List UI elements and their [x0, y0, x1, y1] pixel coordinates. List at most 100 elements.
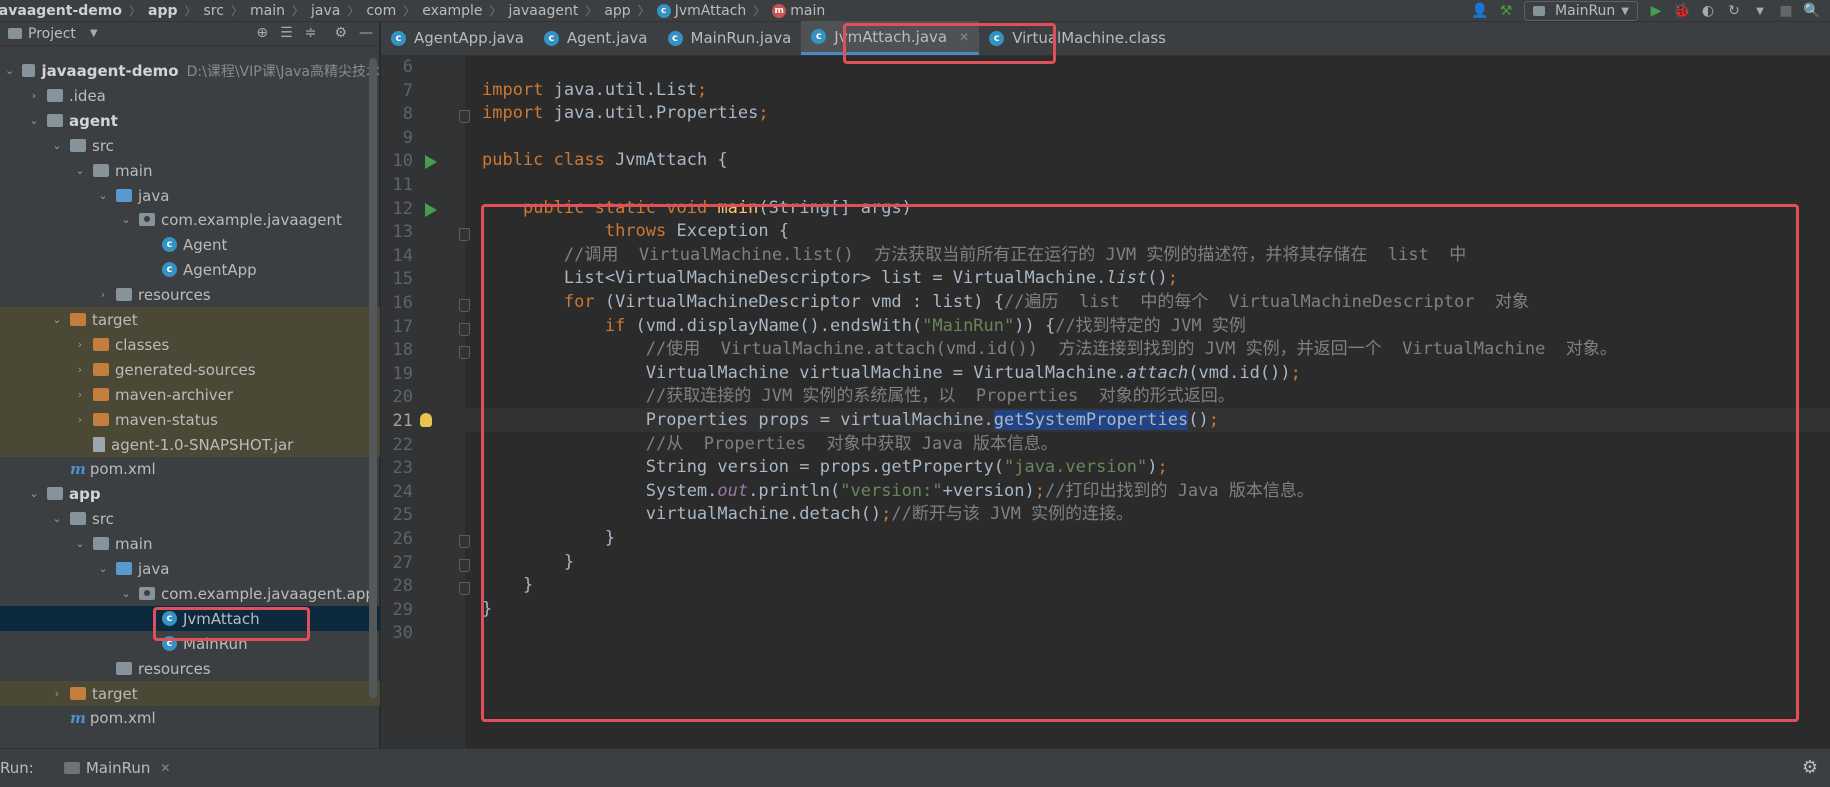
- tree-item[interactable]: c Agent: [0, 232, 380, 257]
- run-configuration-select[interactable]: MainRun ▼: [1524, 1, 1638, 21]
- tree-item[interactable]: c JvmAttach: [0, 606, 380, 631]
- tree-item[interactable]: › .idea: [0, 83, 380, 108]
- code-line[interactable]: if (vmd.displayName().endsWith("MainRun"…: [465, 314, 1830, 338]
- lightbulb-icon[interactable]: [420, 413, 432, 427]
- tree-item[interactable]: › generated-sources: [0, 357, 380, 382]
- code-line[interactable]: }: [465, 573, 1830, 597]
- chevron-down-icon[interactable]: ⌄: [50, 139, 64, 152]
- chevron-down-icon[interactable]: ⌄: [119, 213, 133, 226]
- run-tab[interactable]: MainRun ✕: [63, 759, 170, 777]
- coverage-icon[interactable]: ◐: [1700, 3, 1716, 19]
- chevron-right-icon[interactable]: ›: [73, 388, 87, 401]
- code-line[interactable]: String version = props.getProperty("java…: [465, 455, 1830, 479]
- code-line[interactable]: import java.util.List;: [465, 78, 1830, 102]
- chevron-down-icon[interactable]: ⌄: [96, 189, 110, 202]
- breadcrumb-item[interactable]: c JvmAttach: [656, 3, 746, 19]
- code-area[interactable]: import java.util.List; import java.util.P…: [420, 56, 1830, 748]
- tree-item[interactable]: resources: [0, 656, 380, 681]
- breadcrumb-item[interactable]: java: [311, 3, 340, 19]
- tree-item[interactable]: ⌄ target: [0, 307, 380, 332]
- code-line[interactable]: System.out.println("version:"+version);/…: [465, 479, 1830, 503]
- code-line[interactable]: [465, 172, 1830, 196]
- chevron-right-icon[interactable]: ›: [50, 687, 64, 700]
- tree-item[interactable]: ⌄ agent: [0, 108, 380, 133]
- code-line[interactable]: for (VirtualMachineDescriptor vmd : list…: [465, 290, 1830, 314]
- chevron-down-icon[interactable]: ⌄: [73, 164, 87, 177]
- chevron-down-icon[interactable]: ⌄: [50, 313, 64, 326]
- chevron-down-icon[interactable]: ▼: [90, 28, 98, 39]
- tree-item[interactable]: ⌄ com.example.javaagent: [0, 207, 380, 232]
- tree-item[interactable]: › classes: [0, 332, 380, 357]
- code-line[interactable]: //从 Properties 对象中获取 Java 版本信息。: [465, 432, 1830, 456]
- editor-tab[interactable]: c JvmAttach.java ✕: [801, 21, 980, 55]
- tree-item[interactable]: › maven-archiver: [0, 382, 380, 407]
- chevron-right-icon[interactable]: ›: [73, 413, 87, 426]
- run-gutter-icon[interactable]: [425, 155, 437, 169]
- build-hammer-icon[interactable]: ⚒: [1498, 3, 1514, 19]
- breadcrumb-item[interactable]: m main: [772, 3, 825, 19]
- code-line[interactable]: [465, 56, 1830, 78]
- run-icon[interactable]: ▶: [1648, 3, 1664, 19]
- chevron-down-icon[interactable]: ⌄: [96, 562, 110, 575]
- tree-item[interactable]: › target: [0, 681, 380, 706]
- tree-item[interactable]: ⌄ main: [0, 531, 380, 556]
- tree-item[interactable]: ⌄ app: [0, 481, 380, 506]
- tree-item[interactable]: c MainRun: [0, 631, 380, 656]
- breadcrumb-item[interactable]: javaagent: [509, 3, 579, 19]
- chevron-down-icon[interactable]: ⌄: [119, 587, 133, 600]
- tree-scrollbar[interactable]: [369, 58, 377, 698]
- hide-icon[interactable]: —: [359, 25, 373, 41]
- expand-all-icon[interactable]: ☰: [280, 25, 293, 41]
- breadcrumb-item[interactable]: app: [148, 3, 178, 19]
- tree-item[interactable]: ⌄ src: [0, 133, 380, 158]
- code-line[interactable]: import java.util.Properties;: [465, 101, 1830, 125]
- breadcrumb-item[interactable]: main: [250, 3, 285, 19]
- code-line[interactable]: public static void main(String[] args): [465, 196, 1830, 220]
- search-icon[interactable]: 🔍: [1803, 3, 1820, 19]
- run-gutter-icon[interactable]: [425, 203, 437, 217]
- tree-item[interactable]: ⌄ java: [0, 556, 380, 581]
- debug-icon[interactable]: 🐞: [1673, 3, 1690, 19]
- chevron-right-icon[interactable]: ›: [27, 89, 41, 102]
- code-line[interactable]: public class JvmAttach {: [465, 148, 1830, 172]
- code-line[interactable]: }: [465, 597, 1830, 621]
- tree-item[interactable]: › resources: [0, 282, 380, 307]
- close-icon[interactable]: ✕: [160, 761, 170, 775]
- chevron-right-icon[interactable]: ›: [73, 338, 87, 351]
- tree-item[interactable]: ⌄ src: [0, 506, 380, 531]
- code-line[interactable]: //使用 VirtualMachine.attach(vmd.id()) 方法连…: [465, 337, 1830, 361]
- code-line[interactable]: [465, 620, 1830, 644]
- editor-tab[interactable]: c VirtualMachine.class: [979, 21, 1176, 55]
- code-editor[interactable]: 6 7 8 9 10 11 12 13 14 15 16 17 18 19 20 21 22 23 24 25 26 27…: [381, 56, 1830, 748]
- code-line[interactable]: List<VirtualMachineDescriptor> list = Vi…: [465, 266, 1830, 290]
- close-icon[interactable]: ✕: [959, 30, 969, 44]
- chevron-down-icon[interactable]: ⌄: [73, 537, 87, 550]
- gear-icon[interactable]: ⚙: [334, 25, 347, 41]
- tree-item[interactable]: ⌄ main: [0, 158, 380, 183]
- editor-tab[interactable]: c MainRun.java: [658, 21, 802, 55]
- stop-icon[interactable]: ■: [1778, 3, 1794, 19]
- code-line[interactable]: Properties props = virtualMachine.getSys…: [465, 408, 1830, 432]
- collapse-all-icon[interactable]: ≑: [305, 25, 317, 41]
- tree-item[interactable]: m pom.xml: [0, 705, 380, 730]
- profile-icon[interactable]: ↻: [1726, 3, 1742, 19]
- locate-icon[interactable]: ⊕: [256, 25, 268, 41]
- code-line[interactable]: //调用 VirtualMachine.list() 方法获取当前所有正在运行的…: [465, 243, 1830, 267]
- breadcrumb-item[interactable]: javaagent-demo: [0, 3, 122, 19]
- tree-item[interactable]: m pom.xml: [0, 456, 380, 481]
- tree-item[interactable]: › maven-status: [0, 407, 380, 432]
- editor-tab[interactable]: c AgentApp.java: [381, 21, 534, 55]
- tree-item[interactable]: agent-1.0-SNAPSHOT.jar: [0, 432, 380, 457]
- code-line[interactable]: }: [465, 550, 1830, 574]
- tree-item[interactable]: ⌄ com.example.javaagent.app: [0, 581, 380, 606]
- chevron-down-icon[interactable]: ⌄: [27, 487, 41, 500]
- editor-tab[interactable]: c Agent.java: [534, 21, 658, 55]
- chevron-down-icon[interactable]: ⌄: [3, 64, 15, 77]
- breadcrumb-item[interactable]: src: [204, 3, 224, 19]
- tree-item[interactable]: ⌄ javaagent-demo D:\课程\VIP课\Java高精尖技术: [0, 58, 380, 83]
- tree-item[interactable]: ⌄ java: [0, 183, 380, 208]
- project-panel-title[interactable]: Project: [28, 26, 76, 42]
- code-line[interactable]: VirtualMachine virtualMachine = VirtualM…: [465, 361, 1830, 385]
- code-line[interactable]: virtualMachine.detach();//断开与该 JVM 实例的连接…: [465, 502, 1830, 526]
- tree-item[interactable]: c AgentApp: [0, 257, 380, 282]
